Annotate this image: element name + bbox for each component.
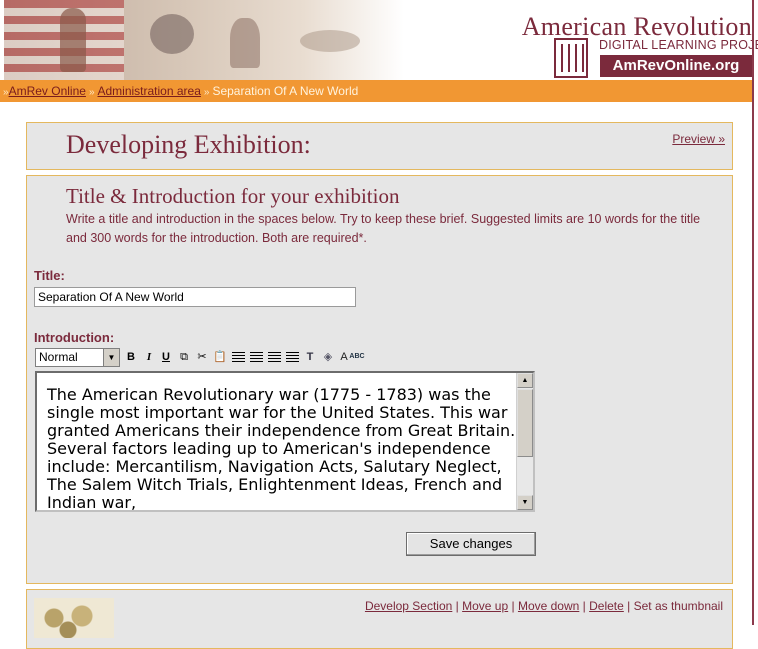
text-color-icon[interactable]: T bbox=[302, 349, 318, 365]
move-down-link[interactable]: Move down bbox=[518, 599, 579, 613]
section-actions: Develop Section | Move up | Move down | … bbox=[364, 599, 723, 613]
bold-button[interactable]: B bbox=[123, 349, 139, 365]
banner-figure bbox=[150, 14, 194, 54]
chevron-down-icon: ▼ bbox=[103, 349, 119, 366]
align-right-icon[interactable] bbox=[268, 352, 281, 362]
save-changes-button[interactable]: Save changes bbox=[406, 532, 536, 556]
set-as-thumbnail-label: Set as thumbnail bbox=[633, 599, 723, 613]
breadcrumb-current: Separation Of A New World bbox=[212, 84, 359, 98]
scroll-thumb[interactable] bbox=[517, 389, 533, 457]
format-select[interactable]: Normal ▼ bbox=[35, 348, 120, 367]
copy-icon[interactable]: ⧉ bbox=[176, 349, 192, 365]
cut-icon[interactable]: ✂ bbox=[194, 349, 210, 365]
align-center-icon[interactable] bbox=[250, 352, 263, 362]
underline-button[interactable]: U bbox=[158, 349, 174, 365]
banner-figure bbox=[300, 30, 360, 52]
fill-color-icon[interactable]: ◈ bbox=[320, 349, 336, 365]
develop-section-link[interactable]: Develop Section bbox=[365, 599, 452, 613]
introduction-label: Introduction: bbox=[34, 330, 115, 345]
introduction-text: The American Revolutionary war (1775 - 1… bbox=[47, 385, 516, 512]
breadcrumb-separator: » bbox=[88, 87, 95, 98]
align-left-icon[interactable] bbox=[232, 352, 245, 362]
exhibition-section-panel bbox=[26, 589, 733, 649]
breadcrumb-link-amrev-online[interactable]: AmRev Online bbox=[9, 84, 86, 98]
italic-button[interactable]: I bbox=[141, 349, 157, 365]
logo-site-badge: AmRevOnline.org bbox=[600, 55, 752, 77]
page-right-border bbox=[752, 0, 754, 625]
move-up-link[interactable]: Move up bbox=[462, 599, 508, 613]
justify-icon[interactable] bbox=[286, 352, 299, 362]
logo-subtitle: DIGITAL LEARNING PROJECT bbox=[599, 38, 758, 52]
section-heading: Title & Introduction for your exhibition bbox=[66, 184, 400, 208]
paste-icon[interactable]: 📋 bbox=[212, 349, 228, 365]
nh-logo-icon bbox=[554, 38, 588, 78]
page-title: Developing Exhibition: bbox=[66, 130, 311, 159]
delete-link[interactable]: Delete bbox=[589, 599, 624, 613]
preview-link[interactable]: Preview » bbox=[672, 132, 725, 146]
scroll-down-arrow-icon[interactable]: ▼ bbox=[517, 495, 533, 510]
section-thumbnail bbox=[34, 598, 114, 638]
breadcrumb-link-administration[interactable]: Administration area bbox=[98, 84, 201, 98]
breadcrumb-separator: » bbox=[3, 87, 9, 98]
introduction-editor[interactable]: The American Revolutionary war (1775 - 1… bbox=[35, 371, 535, 512]
format-select-value: Normal bbox=[39, 350, 78, 364]
site-header: American Revolution DIGITAL LEARNING PRO… bbox=[0, 0, 758, 80]
editor-scrollbar[interactable]: ▲ ▼ bbox=[516, 373, 533, 510]
title-input[interactable] bbox=[34, 287, 356, 307]
breadcrumb-separator: » bbox=[203, 87, 210, 98]
banner-figure bbox=[60, 8, 86, 72]
breadcrumb: »AmRev Online» Administration area» Separa… bbox=[0, 80, 752, 102]
scroll-up-arrow-icon[interactable]: ▲ bbox=[517, 373, 533, 388]
section-instructions: Write a title and introduction in the sp… bbox=[66, 212, 701, 245]
banner-figure bbox=[230, 18, 260, 68]
title-label: Title: bbox=[34, 268, 65, 283]
spellcheck-icon[interactable]: ABC bbox=[349, 349, 365, 365]
